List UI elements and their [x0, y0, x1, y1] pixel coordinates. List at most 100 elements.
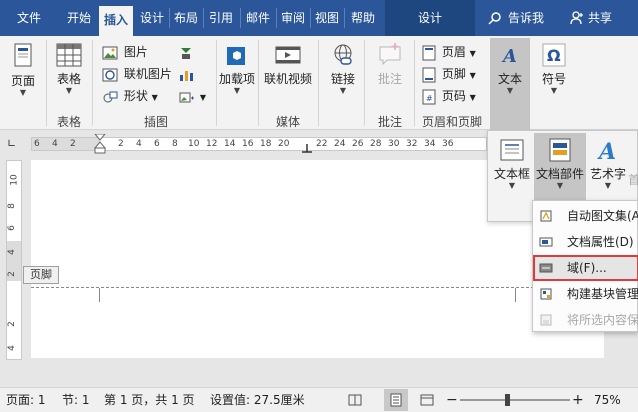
zoom-in-icon[interactable]: +: [572, 388, 584, 412]
wordart-button[interactable]: A 艺术字 ▼: [588, 137, 628, 191]
tab-home[interactable]: 开始: [62, 0, 96, 36]
screenshot-icon: [179, 92, 194, 102]
menu-item-save-selection[interactable]: 将所选内容保存到文档部件库(S)...: [533, 307, 638, 333]
textbox-button[interactable]: 文本框 ▼: [490, 137, 534, 191]
menu-item-label: 文档属性(D): [567, 235, 634, 249]
group-separator: [216, 40, 217, 126]
status-page[interactable]: 页面: 1: [6, 388, 46, 412]
ruler-number: 16: [242, 139, 254, 149]
ruler-number: 36: [442, 139, 454, 149]
vruler-number: 2: [6, 321, 17, 327]
share-button[interactable]: 共享: [570, 0, 632, 36]
zoom-out-icon[interactable]: −: [446, 388, 458, 412]
zoom-slider-handle[interactable]: [505, 394, 510, 406]
print-layout-icon: [390, 393, 402, 407]
web-layout-icon[interactable]: [420, 393, 434, 407]
table-button[interactable]: 表格 ▼: [50, 42, 88, 96]
symbol-button[interactable]: Ω 符号 ▼: [534, 42, 574, 96]
menu-item-field[interactable]: 域(F)...: [533, 255, 638, 281]
ruler-number: 8: [172, 139, 178, 149]
chevron-down-icon: ▼: [550, 86, 558, 95]
ruler-number: 20: [278, 139, 290, 149]
tab-help[interactable]: 帮助: [345, 0, 381, 36]
group-label-comment: 批注: [377, 115, 402, 129]
tab-file[interactable]: 文件: [8, 0, 50, 36]
tab-stop-icon[interactable]: [302, 144, 312, 154]
zoom-slider[interactable]: [460, 399, 570, 401]
status-page-count[interactable]: 第 1 页，共 1 页: [104, 388, 195, 412]
quick-parts-button[interactable]: 文档部件 ▼: [534, 133, 586, 201]
comment-button[interactable]: 批注: [370, 42, 410, 86]
header-button[interactable]: 页眉 ▼: [422, 42, 476, 62]
ruler-number: 4: [136, 139, 142, 149]
ruler-number: 2: [70, 139, 76, 149]
online-picture-button[interactable]: 联机图片: [102, 64, 172, 84]
ruler-strip[interactable]: 6 4 2 2 4 6 8 10 12 14 16 18 20 22 24 26…: [31, 134, 487, 154]
link-button[interactable]: 链接 ▼: [324, 42, 362, 96]
tell-me-label: 告诉我: [508, 11, 545, 25]
vertical-ruler[interactable]: 10 8 6 4 2 2 4: [6, 160, 22, 360]
ruler-number: 6: [154, 139, 160, 149]
text-label: 文本: [497, 72, 522, 86]
tab-selector[interactable]: ∟: [7, 137, 21, 151]
tab-review[interactable]: 审阅: [277, 0, 309, 36]
status-bar: 页面: 1 节: 1 第 1 页，共 1 页 设置值: 27.5厘米 − + 7…: [0, 387, 638, 412]
text-button[interactable]: A 文本 ▼: [490, 38, 530, 130]
group-label-media: 媒体: [275, 115, 300, 129]
margin-mark: [99, 288, 100, 302]
online-video-button[interactable]: 联机视频: [262, 42, 314, 86]
tab-view[interactable]: 视图: [311, 0, 343, 36]
chevron-down-icon: ▼: [469, 71, 476, 80]
wordart-icon: A: [597, 139, 616, 163]
indent-marker-icon[interactable]: [94, 134, 106, 154]
textbox-icon: [500, 139, 524, 161]
menu-item-label: 构建基块管理器(B)...: [567, 287, 638, 301]
page-number-button[interactable]: # 页码 ▼: [422, 86, 476, 106]
screenshot-button[interactable]: ▼: [178, 86, 206, 106]
tab-header-footer-design[interactable]: 设计: [385, 0, 475, 36]
search-icon: [488, 12, 501, 25]
header-label: 页眉: [441, 45, 466, 59]
tab-design[interactable]: 设计: [136, 0, 168, 36]
footer-button[interactable]: 页脚 ▼: [422, 64, 476, 84]
tab-insert[interactable]: 插入: [99, 6, 133, 36]
table-icon: [56, 43, 82, 67]
ruler-number: 6: [34, 139, 40, 149]
tab-mailings[interactable]: 邮件: [241, 0, 275, 36]
menu-item-label: 将所选内容保存到文档部件库(S)...: [567, 313, 638, 327]
online-video-icon: [275, 46, 301, 64]
status-position[interactable]: 设置值: 27.5厘米: [210, 388, 305, 412]
page-number-icon: #: [422, 89, 436, 104]
chart-icon: [180, 70, 193, 81]
picture-button[interactable]: 图片: [102, 42, 148, 62]
icons-button[interactable]: [178, 42, 196, 62]
tell-me-search[interactable]: 告诉我: [488, 0, 558, 36]
quick-parts-menu: 自动图文集(A) 文档属性(D) 域(F)... 构建基块管理器(B)... 将…: [532, 200, 638, 332]
menu-item-building-blocks[interactable]: 构建基块管理器(B)...: [533, 281, 638, 307]
chevron-down-icon: ▼: [19, 88, 27, 97]
online-video-label: 联机视频: [263, 72, 312, 86]
tab-references[interactable]: 引用: [204, 0, 238, 36]
symbol-label: 符号: [541, 72, 566, 86]
page-button[interactable]: 页面 ▼: [4, 42, 42, 98]
status-section[interactable]: 节: 1: [62, 388, 90, 412]
tab-layout[interactable]: 布局: [170, 0, 202, 36]
chart-button[interactable]: [178, 64, 196, 84]
shapes-icon: [103, 91, 118, 102]
dropcap-label[interactable]: 首: [628, 171, 638, 188]
ruler-number: 34: [424, 139, 436, 149]
menu-item-doc-property[interactable]: 文档属性(D): [533, 229, 638, 255]
vruler-number: 6: [6, 225, 17, 231]
page-label: 页面: [10, 74, 35, 88]
vruler-number: 2: [6, 271, 17, 277]
ruler-number: 14: [224, 139, 236, 149]
menu-item-autotext[interactable]: 自动图文集(A): [533, 203, 638, 229]
zoom-level[interactable]: 75%: [594, 388, 621, 412]
shapes-button[interactable]: 形状 ▼: [102, 86, 158, 106]
read-mode-icon[interactable]: [348, 393, 362, 407]
chevron-down-icon: ▼: [233, 86, 241, 95]
print-layout-button[interactable]: [384, 389, 408, 411]
addins-button[interactable]: 加载项 ▼: [219, 42, 255, 96]
group-separator: [414, 40, 415, 126]
ribbon: 页面 ▼ 表格 ▼ 表格 图片 联机图片 形状 ▼ ▼ 插图 加载项 ▼ 联机视…: [0, 36, 638, 130]
